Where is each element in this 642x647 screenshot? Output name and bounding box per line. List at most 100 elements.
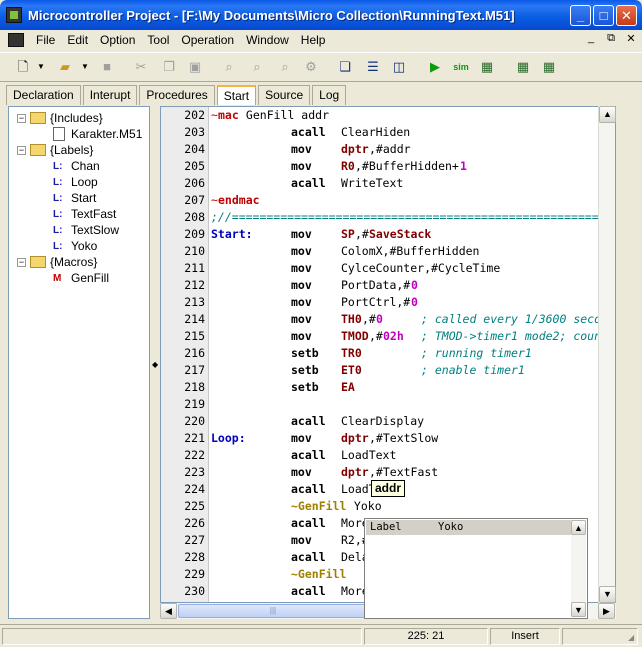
scroll-right-icon[interactable]: ▶ bbox=[598, 603, 615, 619]
open-folder-icon[interactable]: ▰ bbox=[56, 58, 74, 76]
vertical-scrollbar[interactable]: ▲ ▼ bbox=[598, 106, 616, 603]
window-tile-vertical-icon[interactable]: ◫ bbox=[390, 58, 408, 76]
menu-option[interactable]: Option bbox=[94, 30, 141, 50]
simulate-icon[interactable]: sim bbox=[452, 58, 470, 76]
code-line[interactable]: 212 mov PortData,# 0 bbox=[161, 277, 615, 294]
window-cascade-icon[interactable]: ❏ bbox=[336, 58, 354, 76]
code-line[interactable]: 214 mov TH0 ,# 0 ; called every 1/3600 second bbox=[161, 311, 615, 328]
code-line[interactable]: 217 setb ET0 ; enable timer1 bbox=[161, 362, 615, 379]
tab-interupt[interactable]: Interupt bbox=[82, 85, 138, 105]
copy-icon[interactable]: ❐ bbox=[160, 58, 178, 76]
collapse-icon[interactable]: − bbox=[17, 113, 26, 123]
close-button[interactable]: ✕ bbox=[616, 5, 637, 26]
code-line[interactable]: 205 mov R0 ,#BufferHidden+ 1 bbox=[161, 158, 615, 175]
collapse-icon[interactable]: − bbox=[17, 145, 26, 155]
autocomplete-scrollbar[interactable]: ▲ ▼ bbox=[571, 520, 586, 617]
code-line[interactable]: 218 setb EA bbox=[161, 379, 615, 396]
code-line[interactable]: 215 mov TMOD ,# 02h ; TMOD->timer1 mode2; cou… bbox=[161, 328, 615, 345]
code-line[interactable]: 202 ~ mac GenFill addr bbox=[161, 107, 615, 124]
mdi-restore-button[interactable]: ⧉ bbox=[604, 32, 618, 45]
code-ins: acall bbox=[291, 125, 326, 139]
code-line[interactable]: 209 Start: mov SP ,# SaveStack bbox=[161, 226, 615, 243]
tree-item-textfast[interactable]: L: TextFast bbox=[53, 206, 116, 222]
tree-node-macros[interactable]: − {Macros} bbox=[17, 254, 97, 270]
autocomplete-popup[interactable]: Label Yoko ▲ ▼ bbox=[364, 518, 588, 619]
chip-verify-icon[interactable]: ▦ bbox=[540, 58, 558, 76]
tab-procedures[interactable]: Procedures bbox=[139, 85, 215, 105]
scroll-up-icon[interactable]: ▲ bbox=[599, 106, 616, 123]
app-chip-icon[interactable] bbox=[6, 7, 22, 23]
tree-item-start[interactable]: L: Start bbox=[53, 190, 96, 206]
mdi-minimize-button[interactable]: _ bbox=[584, 32, 598, 45]
autocomplete-item[interactable]: Label Yoko bbox=[366, 520, 572, 535]
menu-help[interactable]: Help bbox=[295, 30, 332, 50]
code-ins: mov bbox=[291, 142, 312, 156]
tree-item-karakter[interactable]: Karakter.M51 bbox=[53, 126, 142, 142]
menu-tool[interactable]: Tool bbox=[141, 30, 175, 50]
code-line[interactable]: 223 mov dptr ,#TextFast bbox=[161, 464, 615, 481]
collapse-icon[interactable]: − bbox=[17, 257, 26, 267]
horizontal-scroll-thumb[interactable]: ||| bbox=[178, 604, 368, 618]
code-line[interactable]: 208 ;//==================================… bbox=[161, 209, 615, 226]
tab-start[interactable]: Start bbox=[216, 85, 257, 105]
run-icon[interactable]: ▶ bbox=[426, 58, 444, 76]
code-line[interactable]: 222 acall LoadText bbox=[161, 447, 615, 464]
find-next-icon[interactable]: ⌕ bbox=[248, 58, 266, 76]
compile-icon[interactable]: ⚙ bbox=[302, 58, 320, 76]
project-tree[interactable]: − {Includes} Karakter.M51 − {Labels} L: … bbox=[8, 106, 150, 619]
menu-window[interactable]: Window bbox=[240, 30, 295, 50]
tree-item-chan[interactable]: L: Chan bbox=[53, 158, 100, 174]
edit-mode: Insert bbox=[490, 628, 560, 645]
tree-node-includes[interactable]: − {Includes} bbox=[17, 110, 103, 126]
menu-operation[interactable]: Operation bbox=[175, 30, 240, 50]
tree-item-yoko[interactable]: L: Yoko bbox=[53, 238, 97, 254]
menu-edit[interactable]: Edit bbox=[61, 30, 94, 50]
popup-scroll-up-icon[interactable]: ▲ bbox=[571, 520, 586, 535]
resize-grip-icon[interactable]: ◢ bbox=[628, 633, 640, 645]
tree-item-genfill[interactable]: M GenFill bbox=[53, 270, 109, 286]
code-line[interactable]: 225 ~GenFill Yoko bbox=[161, 498, 615, 515]
code-line[interactable]: 216 setb TR0 ; running timer1 bbox=[161, 345, 615, 362]
code-ins: acall bbox=[291, 176, 326, 190]
cut-icon[interactable]: ✂ bbox=[132, 58, 150, 76]
stop-icon[interactable]: ■ bbox=[98, 58, 116, 76]
code-line[interactable]: 220 acall ClearDisplay bbox=[161, 413, 615, 430]
scroll-down-icon[interactable]: ▼ bbox=[599, 586, 616, 603]
chip-program-icon[interactable]: ▦ bbox=[514, 58, 532, 76]
new-file-icon[interactable]: 🗋 bbox=[14, 58, 32, 76]
replace-icon[interactable]: ⌕ bbox=[276, 58, 294, 76]
maximize-button[interactable]: □ bbox=[593, 5, 614, 26]
tree-item-textslow[interactable]: L: TextSlow bbox=[53, 222, 119, 238]
code-line[interactable]: 204 mov dptr ,#addr bbox=[161, 141, 615, 158]
code-line[interactable]: 210 mov ColomX,#BufferHidden bbox=[161, 243, 615, 260]
code-line[interactable]: 221 Loop: mov dptr ,#TextSlow bbox=[161, 430, 615, 447]
mdi-close-button[interactable]: ✕ bbox=[624, 32, 638, 45]
tree-node-labels[interactable]: − {Labels} bbox=[17, 142, 93, 158]
tree-item-loop[interactable]: L: Loop bbox=[53, 174, 98, 190]
popup-scroll-down-icon[interactable]: ▼ bbox=[571, 602, 586, 617]
minimize-button[interactable]: _ bbox=[570, 5, 591, 26]
open-dropdown-icon[interactable]: ▼ bbox=[80, 58, 90, 76]
document-chip-icon[interactable] bbox=[8, 33, 24, 47]
menu-file[interactable]: File bbox=[30, 30, 61, 50]
chip-icon[interactable]: ▦ bbox=[478, 58, 496, 76]
code-kw2: SaveStack bbox=[369, 227, 432, 241]
window-tile-horizontal-icon[interactable]: ☰ bbox=[364, 58, 382, 76]
new-dropdown-icon[interactable]: ▼ bbox=[36, 58, 46, 76]
code-ins: mov bbox=[291, 329, 312, 343]
find-icon[interactable]: ⌕ bbox=[220, 58, 238, 76]
code-mac: mac bbox=[218, 108, 239, 122]
tab-declaration[interactable]: Declaration bbox=[6, 85, 81, 105]
code-line[interactable]: 203 acall ClearHiden bbox=[161, 124, 615, 141]
paste-icon[interactable]: ▣ bbox=[186, 58, 204, 76]
code-line[interactable]: 213 mov PortCtrl,# 0 bbox=[161, 294, 615, 311]
code-line[interactable]: 219 bbox=[161, 396, 615, 413]
line-number: 212 bbox=[184, 278, 205, 292]
code-line[interactable]: 207 ~ endmac bbox=[161, 192, 615, 209]
tab-source[interactable]: Source bbox=[258, 85, 311, 105]
code-line[interactable]: 211 mov CylceCounter,#CycleTime bbox=[161, 260, 615, 277]
splitter-handle[interactable]: ◆ bbox=[152, 360, 158, 369]
scroll-left-icon[interactable]: ◀ bbox=[160, 603, 177, 619]
tab-log[interactable]: Log bbox=[312, 85, 347, 105]
code-line[interactable]: 206 acall WriteText bbox=[161, 175, 615, 192]
